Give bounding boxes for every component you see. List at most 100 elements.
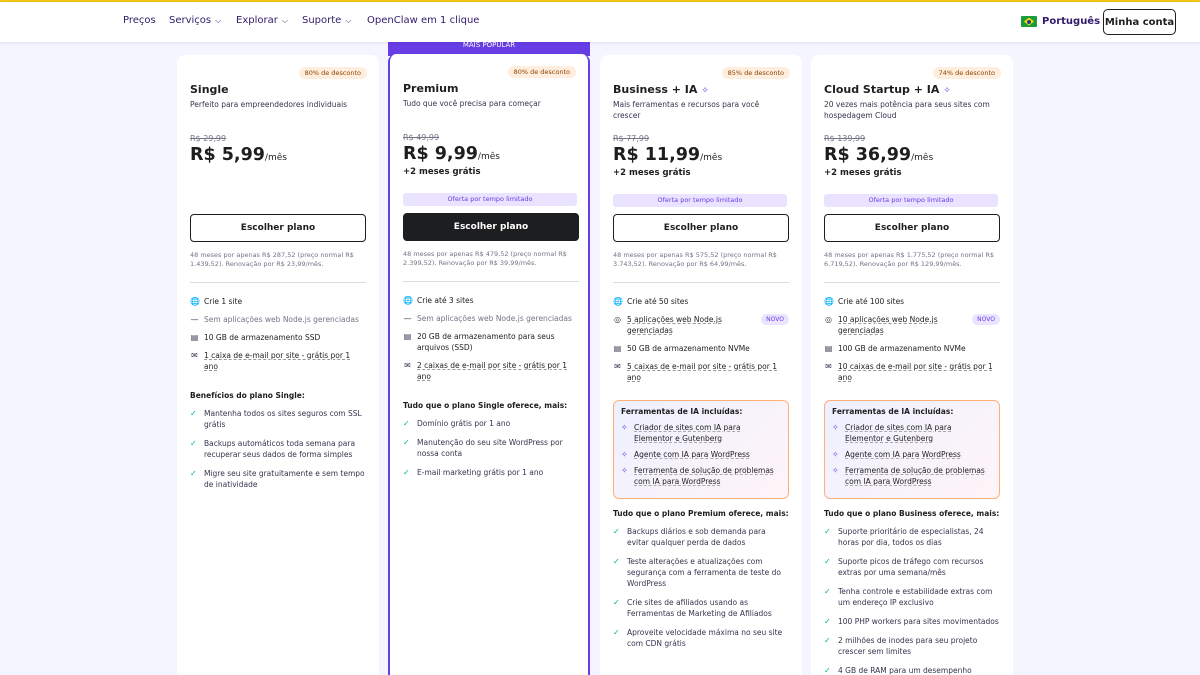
ai-tool-item: ✧ Ferramenta de solução de problemas com …: [621, 465, 781, 487]
globe-icon: 🌐: [824, 297, 834, 306]
price: R$ 11,99/mês: [613, 145, 722, 165]
benefit-text: Suporte picos de tráfego com recursos ex…: [838, 557, 984, 577]
feature-item: ◎ 10 aplicações web Node.js gerenciadas NO…: [824, 314, 1000, 336]
storage-icon: ▤: [190, 333, 199, 342]
benefit-text: E-mail marketing grátis por 1 ano: [417, 468, 544, 477]
plan-card-premium: 80% de desconto Premium Tudo que você prec…: [388, 54, 590, 675]
globe-icon: 🌐: [190, 297, 200, 306]
choose-plan-button[interactable]: Escolher plano: [403, 213, 579, 241]
limited-offer-badge: Oferta por tempo limitado: [403, 193, 577, 206]
discount-badge: 80% de desconto: [298, 67, 367, 79]
ai-sparkle-icon: ✧: [701, 86, 709, 96]
features-list: 🌐 Crie até 50 sites ◎ 5 aplicações web Node…: [613, 296, 789, 657]
node-icon: ◎: [825, 315, 832, 324]
benefits-title: Tudo que o plano Single oferece, mais:: [403, 401, 568, 410]
feature-text: 20 GB de armazenamento para seus arquivo…: [417, 332, 555, 352]
feature-text: 10 caixas de e-mail por site - grátis po…: [838, 362, 993, 382]
plan-name: Single: [190, 83, 229, 96]
old-price: R$ 29,99: [190, 134, 227, 143]
ai-sparkle-icon: ✧: [832, 450, 839, 459]
choose-plan-button[interactable]: Escolher plano: [824, 214, 1000, 242]
mail-icon: ✉: [614, 362, 621, 371]
features-list: 🌐 Crie 1 site — Sem aplicações web Node.js …: [190, 296, 366, 498]
nav-precos[interactable]: Preços: [123, 15, 156, 26]
benefit-text: Mantenha todos os sites seguros com SSL …: [204, 409, 362, 429]
benefit-item: ✓ Tenha controle e estabilidade extras co…: [824, 586, 1000, 608]
nav-openclaw[interactable]: OpenClaw em 1 clique: [367, 15, 479, 26]
benefit-item: ✓ Backups diários e sob demanda para evit…: [613, 526, 789, 548]
check-icon: ✓: [403, 468, 410, 477]
nav-servicos[interactable]: Serviços ⌵: [169, 15, 221, 26]
plan-description: Tudo que você precisa para começar: [403, 99, 541, 108]
check-icon: ✓: [403, 438, 410, 447]
feature-text: 10 GB de armazenamento SSD: [204, 333, 321, 342]
benefit-text: 2 milhões de inodes para seu projeto cre…: [838, 636, 978, 656]
mail-icon: ✉: [825, 362, 832, 371]
ai-tool-item: ✧ Agente com IA para WordPress: [621, 449, 781, 460]
check-icon: ✓: [824, 587, 831, 596]
plan-name: Business + IA ✧: [613, 83, 709, 96]
check-icon: ✓: [190, 439, 197, 448]
benefit-item: ✓ Teste alterações e atualizações com seg…: [613, 556, 789, 589]
mail-icon: ✉: [191, 351, 198, 360]
plan-name: Cloud Startup + IA ✧: [824, 83, 951, 96]
feature-text: Sem aplicações web Node.js gerenciadas: [204, 315, 359, 324]
check-icon: ✓: [824, 666, 831, 675]
feature-item: — Sem aplicações web Node.js gerenciadas: [190, 314, 366, 325]
node-icon: ◎: [614, 315, 621, 324]
price-value: R$ 36,99: [824, 145, 912, 165]
benefit-text: Suporte prioritário de especialistas, 24…: [838, 527, 984, 547]
benefits-title: Tudo que o plano Business oferece, mais:: [824, 509, 1000, 518]
dash-icon: —: [403, 314, 412, 323]
feature-item: 🌐 Crie até 50 sites: [613, 296, 789, 307]
nav-suporte[interactable]: Suporte ⌵: [302, 15, 351, 26]
ai-tools-title: Ferramentas de IA incluídas:: [621, 407, 743, 416]
benefit-text: 4 GB de RAM para um desempenho estável: [838, 666, 972, 675]
plan-description: Mais ferramentas e recursos para você cr…: [613, 100, 760, 120]
language-label: Português: [1042, 16, 1101, 27]
plan-name: Premium: [403, 82, 458, 95]
renewal-note: 48 meses por apenas R$ 1.775,52 (preço n…: [824, 251, 995, 268]
nav-explorar[interactable]: Explorar ⌵: [236, 15, 288, 26]
ai-tool-text: Agente com IA para WordPress: [845, 450, 961, 459]
benefit-text: Migre seu site gratuitamente e sem tempo…: [204, 469, 365, 489]
price: R$ 9,99/mês: [403, 144, 500, 164]
language-selector[interactable]: Português: [1021, 16, 1100, 27]
choose-plan-button[interactable]: Escolher plano: [190, 214, 366, 242]
storage-icon: ▤: [613, 344, 622, 353]
price-period: /mês: [477, 152, 500, 162]
check-icon: ✓: [824, 557, 831, 566]
divider: [613, 282, 789, 283]
feature-item: — Sem aplicações web Node.js gerenciadas: [403, 313, 579, 324]
benefit-item: ✓ 4 GB de RAM para um desempenho estável: [824, 665, 1000, 675]
ai-tools-box: Ferramentas de IA incluídas: ✧ Criador de …: [824, 400, 1000, 499]
dash-icon: —: [190, 315, 199, 324]
my-account-button[interactable]: Minha conta: [1103, 9, 1176, 35]
benefit-item: ✓ Suporte prioritário de especialistas, 2…: [824, 526, 1000, 548]
ai-tool-text: Criador de sites com IA para Elementor e…: [845, 423, 952, 443]
new-badge: NOVO: [972, 314, 1000, 325]
feature-item: ✉ 5 caixas de e-mail por site - grátis po…: [613, 361, 789, 383]
price-value: R$ 11,99: [613, 145, 701, 165]
plan-name-text: Cloud Startup + IA: [824, 83, 940, 96]
feature-item: ✉ 2 caixas de e-mail por site - grátis po…: [403, 360, 579, 382]
globe-icon: 🌐: [403, 296, 413, 305]
benefit-item: ✓ 2 milhões de inodes para seu projeto cr…: [824, 635, 1000, 657]
choose-plan-button[interactable]: Escolher plano: [613, 214, 789, 242]
feature-text: 5 caixas de e-mail por site - grátis por…: [627, 362, 777, 382]
benefit-item: ✓ Mantenha todos os sites seguros com SSL…: [190, 408, 366, 430]
old-price: R$ 139,99: [824, 134, 866, 143]
free-months: +2 meses grátis: [824, 168, 902, 178]
divider: [190, 282, 366, 283]
discount-badge: 85% de desconto: [721, 67, 790, 79]
check-icon: ✓: [190, 469, 197, 478]
benefit-text: Crie sites de afiliados usando as Ferram…: [627, 598, 772, 618]
feature-item: ▤ 100 GB de armazenamento NVMe: [824, 343, 1000, 354]
feature-item: ◎ 5 aplicações web Node.js gerenciadas NOV…: [613, 314, 789, 336]
ai-tool-item: ✧ Criador de sites com IA para Elementor …: [621, 422, 781, 444]
features-list: 🌐 Crie até 100 sites ◎ 10 aplicações web No…: [824, 296, 1000, 675]
old-price: R$ 49,99: [403, 133, 440, 142]
globe-icon: 🌐: [613, 297, 623, 306]
check-icon: ✓: [403, 419, 410, 428]
free-months: +2 meses grátis: [613, 168, 691, 178]
